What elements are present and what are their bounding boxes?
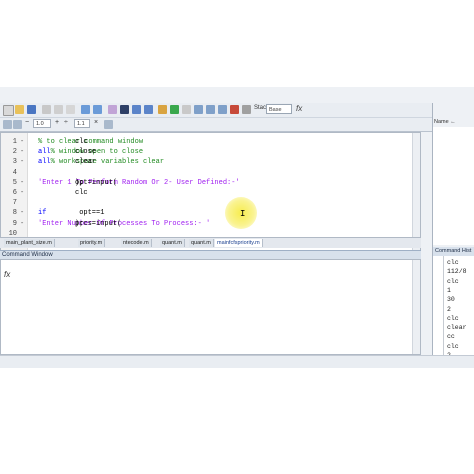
code-token: clc — [75, 189, 88, 197]
history-item[interactable]: clc — [447, 278, 459, 285]
cell-display-icon[interactable] — [104, 120, 113, 129]
line-number: 2 — [12, 148, 17, 157]
find-icon[interactable] — [120, 105, 129, 114]
line-number: 1 — [12, 138, 17, 146]
code-text: clc % to clear command window — [38, 137, 143, 147]
workspace-name-header[interactable]: Name ← — [433, 118, 474, 127]
history-item[interactable]: clc — [447, 343, 459, 350]
editor-tab[interactable]: priority.m — [78, 239, 106, 247]
code-text: opt=input('Enter 1 To Perform Random Or … — [38, 178, 240, 188]
code-token: clc — [75, 138, 105, 146]
line-number: 8 — [12, 209, 17, 218]
editor-tab[interactable]: quant.m — [160, 239, 185, 247]
history-tree-line — [443, 256, 444, 355]
line-dash: - — [20, 178, 25, 187]
history-item[interactable]: 2 — [447, 306, 451, 313]
line-number: 6 — [12, 189, 17, 197]
editor-tab[interactable]: mainfcfspriority.m — [215, 239, 263, 247]
history-item[interactable]: clear — [447, 324, 467, 331]
code-text: close all % window open to close — [38, 147, 143, 157]
cell-field-1[interactable]: 1.0 — [33, 119, 51, 128]
right-panels: Name ← Command Hist clc 112/8 clc 1 30 2 clc cl… — [432, 103, 474, 355]
line-dash: - — [20, 158, 25, 167]
line-dash: - — [20, 209, 25, 218]
cell-divide[interactable]: ÷ — [64, 119, 68, 126]
stack-icon — [242, 105, 251, 114]
redo-icon[interactable] — [93, 105, 102, 114]
history-item[interactable]: 1 — [447, 287, 451, 294]
editor-tab[interactable]: ntecode.m — [121, 239, 152, 247]
text-cursor-icon: I — [240, 209, 246, 219]
history-item[interactable]: 30 — [447, 296, 455, 303]
line-dash: - — [20, 189, 25, 197]
cell-minus[interactable]: − — [25, 119, 29, 126]
cell-times[interactable]: × — [94, 119, 98, 126]
status-bar — [0, 355, 474, 368]
save-icon[interactable] — [27, 105, 36, 114]
cell-field-2[interactable]: 1.1 — [74, 119, 90, 128]
cut-icon[interactable] — [42, 105, 51, 114]
code-text: clear all % workspace variables clear — [38, 157, 164, 167]
command-window-title: Command Window — [0, 250, 421, 259]
new-file-icon[interactable] — [3, 105, 14, 116]
fx-prompt-icon[interactable]: fx — [4, 270, 10, 279]
code-keyword: if — [38, 209, 47, 218]
code-token: ); — [75, 219, 84, 228]
step-icon[interactable] — [194, 105, 203, 114]
line-number: 4 — [12, 168, 17, 177]
print-icon[interactable] — [108, 105, 117, 114]
command-history-title: Command Hist — [433, 247, 474, 256]
code-token: opt==1 — [75, 209, 105, 218]
history-item[interactable]: clc — [447, 259, 459, 266]
history-item[interactable]: clc — [447, 315, 459, 322]
run-icon[interactable] — [170, 105, 179, 114]
stack-dropdown[interactable]: Base — [266, 104, 292, 114]
line-number: 5 — [12, 178, 17, 187]
command-window-scrollbar[interactable] — [412, 260, 420, 354]
history-item[interactable]: 112/8 — [447, 268, 467, 275]
editor-tab[interactable]: main_plant_size.m — [4, 239, 55, 247]
code-keyword: all — [38, 148, 51, 157]
line-dash: - — [20, 219, 25, 228]
open-folder-icon[interactable] — [15, 105, 24, 114]
bookmark-icon[interactable] — [158, 105, 167, 114]
go-forward-icon[interactable] — [144, 105, 153, 114]
step-in-icon[interactable] — [206, 105, 215, 114]
cell-toolbar: − 1.0 + ÷ 1.1 × — [0, 118, 432, 132]
workspace-panel[interactable] — [433, 127, 474, 245]
exit-debug-icon[interactable] — [230, 105, 239, 114]
command-window[interactable]: fx — [0, 259, 421, 355]
line-number: 3 — [12, 158, 17, 167]
line-number: 9 — [12, 219, 17, 228]
code-string: 'Enter Number Of Processes To Process:- … — [38, 219, 211, 228]
go-back-icon[interactable] — [132, 105, 141, 114]
step-out-icon[interactable] — [218, 105, 227, 114]
code-text: if opt==1 — [38, 208, 104, 218]
cell-eval-icon[interactable] — [3, 120, 12, 129]
main-toolbar: Stack: Base fx — [0, 103, 432, 118]
editor-tab[interactable]: quant.m — [189, 239, 214, 247]
line-dash: - — [20, 138, 25, 146]
code-text: prcs=input('Enter Number Of Processes To… — [38, 219, 210, 229]
line-number: 7 — [12, 199, 17, 208]
paste-icon[interactable] — [66, 105, 75, 114]
code-token: ); — [75, 178, 84, 187]
cell-advance-icon[interactable] — [13, 120, 22, 129]
command-history-panel[interactable]: clc112/8clc1302clcclearccclc2 — [433, 256, 474, 355]
line-dash: - — [20, 148, 25, 157]
code-keyword: all — [38, 158, 51, 167]
copy-icon[interactable] — [54, 105, 63, 114]
editor-tab-bar: main_plant_size.m priority.m ntecode.m quan… — [0, 237, 421, 248]
undo-icon[interactable] — [81, 105, 90, 114]
code-comment: % workspace variables clear — [50, 158, 165, 167]
cell-plus[interactable]: + — [55, 119, 59, 126]
function-browser-icon[interactable]: fx — [296, 104, 302, 113]
history-item[interactable]: cc — [447, 333, 455, 340]
code-string: 'Enter 1 To Perform Random Or 2- User De… — [38, 178, 240, 187]
matlab-window: Stack: Base fx − 1.0 + ÷ 1.1 × 1- clc % t… — [0, 87, 474, 368]
breakpoint-icon[interactable] — [182, 105, 191, 114]
